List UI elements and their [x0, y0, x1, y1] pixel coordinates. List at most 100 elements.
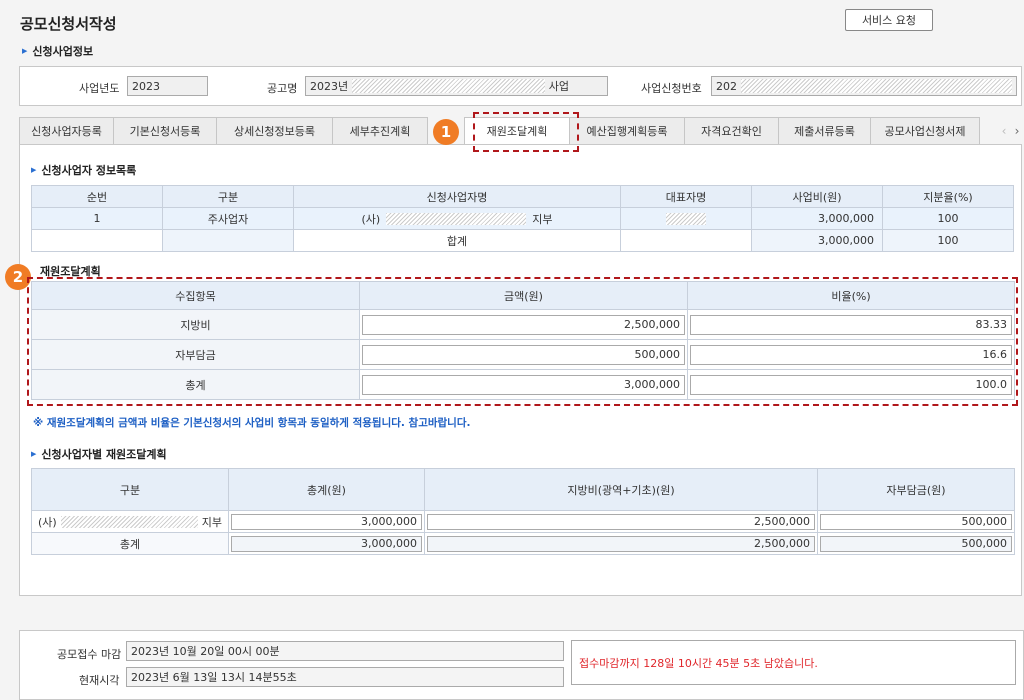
col-header: 구분	[162, 185, 294, 208]
tab-next-icon[interactable]: ›	[1006, 117, 1024, 145]
name-suffix: 지부	[201, 515, 222, 529]
cell-total: 3,000,000	[228, 510, 425, 533]
cell-amount: 2,500,000	[359, 309, 688, 340]
table-total-row: 합계 3,000,000 100	[31, 229, 1014, 252]
col-header: 신청사업자명	[293, 185, 621, 208]
service-request-button[interactable]: 서비스 요청	[845, 9, 933, 31]
section-title-text: 신청사업자 정보목록	[41, 164, 137, 177]
section-title-text: 신청사업자별 재원조달계획	[41, 448, 167, 461]
callout-1-badge: 1	[433, 119, 459, 145]
tab-detail-plan[interactable]: 세부추진계획	[332, 117, 428, 145]
tab-applicant-register[interactable]: 신청사업자등록	[19, 117, 114, 145]
app-no-field[interactable]: 202	[711, 76, 1017, 96]
remaining-message: 접수마감까지 128일 10시간 45분 5초 남았습니다.	[571, 640, 1016, 685]
cell-self: 500,000	[817, 510, 1015, 533]
now-field: 2023년 6월 13일 13시 14분55초	[126, 667, 564, 687]
ratio-input[interactable]: 83.33	[690, 314, 1012, 335]
cell-cost: 3,000,000	[751, 207, 883, 230]
cell-share: 100	[882, 207, 1014, 230]
tab-budget-plan[interactable]: 예산집행계획등록	[569, 117, 685, 145]
notice-prefix: 2023년	[310, 80, 349, 93]
year-field[interactable]: 2023	[127, 76, 208, 96]
col-header: 비율(%)	[687, 281, 1015, 310]
cell-empty	[31, 229, 163, 252]
cell-total-share: 100	[882, 229, 1014, 252]
section-title-business-info: ▶ 신청사업정보	[22, 43, 93, 59]
table-row: (사) 지부 3,000,000 2,500,000 500,000	[31, 510, 1015, 533]
year-label: 사업년도	[79, 82, 120, 95]
amount-input[interactable]: 500,000	[362, 344, 685, 365]
sum-total-input: 3,000,000	[231, 535, 422, 552]
redacted-text	[666, 213, 706, 225]
cell-applicant-name: (사) 지부	[293, 207, 621, 230]
bullet-icon: ▶	[31, 166, 37, 174]
col-header: 순번	[31, 185, 163, 208]
table-header-row: 구분 총계(원) 지방비(광역+기초)(원) 자부담금(원)	[31, 468, 1015, 511]
col-header: 자부담금(원)	[817, 468, 1015, 511]
cell-amount: 3,000,000	[359, 369, 688, 400]
sum-local-input: 2,500,000	[427, 535, 815, 552]
table-header-row: 순번 구분 신청사업자명 대표자명 사업비(원) 지분율(%)	[31, 185, 1014, 208]
local-input[interactable]: 2,500,000	[427, 513, 815, 530]
cell-sum-label: 총계	[31, 532, 229, 555]
ratio-input[interactable]: 16.6	[690, 344, 1012, 365]
cell-empty	[620, 229, 752, 252]
table-row: 지방비 2,500,000 83.33	[31, 309, 1015, 340]
total-input[interactable]: 3,000,000	[231, 513, 422, 530]
cell-local: 2,500,000	[424, 510, 818, 533]
cell-ratio: 83.33	[687, 309, 1015, 340]
table-row: 자부담금 500,000 16.6	[31, 339, 1015, 370]
tab-qualification[interactable]: 자격요건확인	[684, 117, 779, 145]
app-no-label: 사업신청번호	[641, 82, 702, 95]
table-row[interactable]: 1 주사업자 (사) 지부 3,000,000 100	[31, 207, 1014, 230]
by-applicant-table: 구분 총계(원) 지방비(광역+기초)(원) 자부담금(원) (사) 지부 3,…	[31, 468, 1015, 555]
page-title: 공모신청서작성	[20, 15, 117, 33]
tab-application-form[interactable]: 공모사업신청서제	[870, 117, 980, 145]
redacted-text	[386, 212, 527, 225]
section-title-text: 신청사업정보	[32, 45, 94, 58]
bullet-icon: ▶	[31, 450, 37, 458]
name-suffix: 지부	[532, 212, 553, 226]
app-no-value: 202	[716, 79, 737, 93]
tab-detail-info[interactable]: 상세신청정보등록	[216, 117, 333, 145]
tab-documents[interactable]: 제출서류등록	[778, 117, 871, 145]
cell-ratio: 16.6	[687, 339, 1015, 370]
redacted-text	[741, 79, 1012, 93]
cell-type: 주사업자	[162, 207, 294, 230]
col-header: 수집항목	[31, 281, 360, 310]
cell-sum-self: 500,000	[817, 532, 1015, 555]
self-input[interactable]: 500,000	[820, 513, 1012, 530]
col-header: 대표자명	[620, 185, 752, 208]
redacted-text	[352, 79, 545, 93]
notice-suffix: 사업	[548, 80, 569, 93]
table-header-row: 수집항목 금액(원) 비율(%)	[31, 281, 1015, 310]
col-header: 금액(원)	[359, 281, 688, 310]
name-prefix: (사)	[38, 515, 57, 529]
name-prefix: (사)	[361, 212, 381, 226]
cell-item: 지방비	[31, 309, 360, 340]
cell-rep	[620, 207, 752, 230]
ratio-input[interactable]: 100.0	[690, 374, 1012, 395]
col-header: 지방비(광역+기초)(원)	[424, 468, 818, 511]
amount-input[interactable]: 2,500,000	[362, 314, 685, 335]
notice-field[interactable]: 2023년 사업	[305, 76, 608, 96]
tab-basic-application[interactable]: 기본신청서등록	[113, 117, 217, 145]
redacted-text	[60, 515, 198, 528]
bullet-icon: ▶	[22, 47, 28, 55]
cell-no: 1	[31, 207, 163, 230]
col-header: 사업비(원)	[751, 185, 883, 208]
now-label: 현재시각	[79, 674, 120, 687]
cell-item: 자부담금	[31, 339, 360, 370]
notice-label: 공고명	[267, 82, 298, 95]
cell-empty	[162, 229, 294, 252]
amount-input[interactable]: 3,000,000	[362, 374, 685, 395]
cell-total-label: 합계	[293, 229, 621, 252]
sum-self-input: 500,000	[820, 535, 1012, 552]
applicants-table: 순번 구분 신청사업자명 대표자명 사업비(원) 지분율(%) 1 주사업자 (…	[31, 185, 1014, 252]
funding-table: 수집항목 금액(원) 비율(%) 지방비 2,500,000 83.33 자부담…	[31, 281, 1015, 400]
col-header: 총계(원)	[228, 468, 425, 511]
cell-sum-total: 3,000,000	[228, 532, 425, 555]
close-field: 2023년 10월 20일 00시 00분	[126, 641, 564, 661]
funding-note: ※ 재원조달계획의 금액과 비율은 기본신청서의 사업비 항목과 동일하게 적용…	[33, 417, 471, 429]
cell-sum-local: 2,500,000	[424, 532, 818, 555]
